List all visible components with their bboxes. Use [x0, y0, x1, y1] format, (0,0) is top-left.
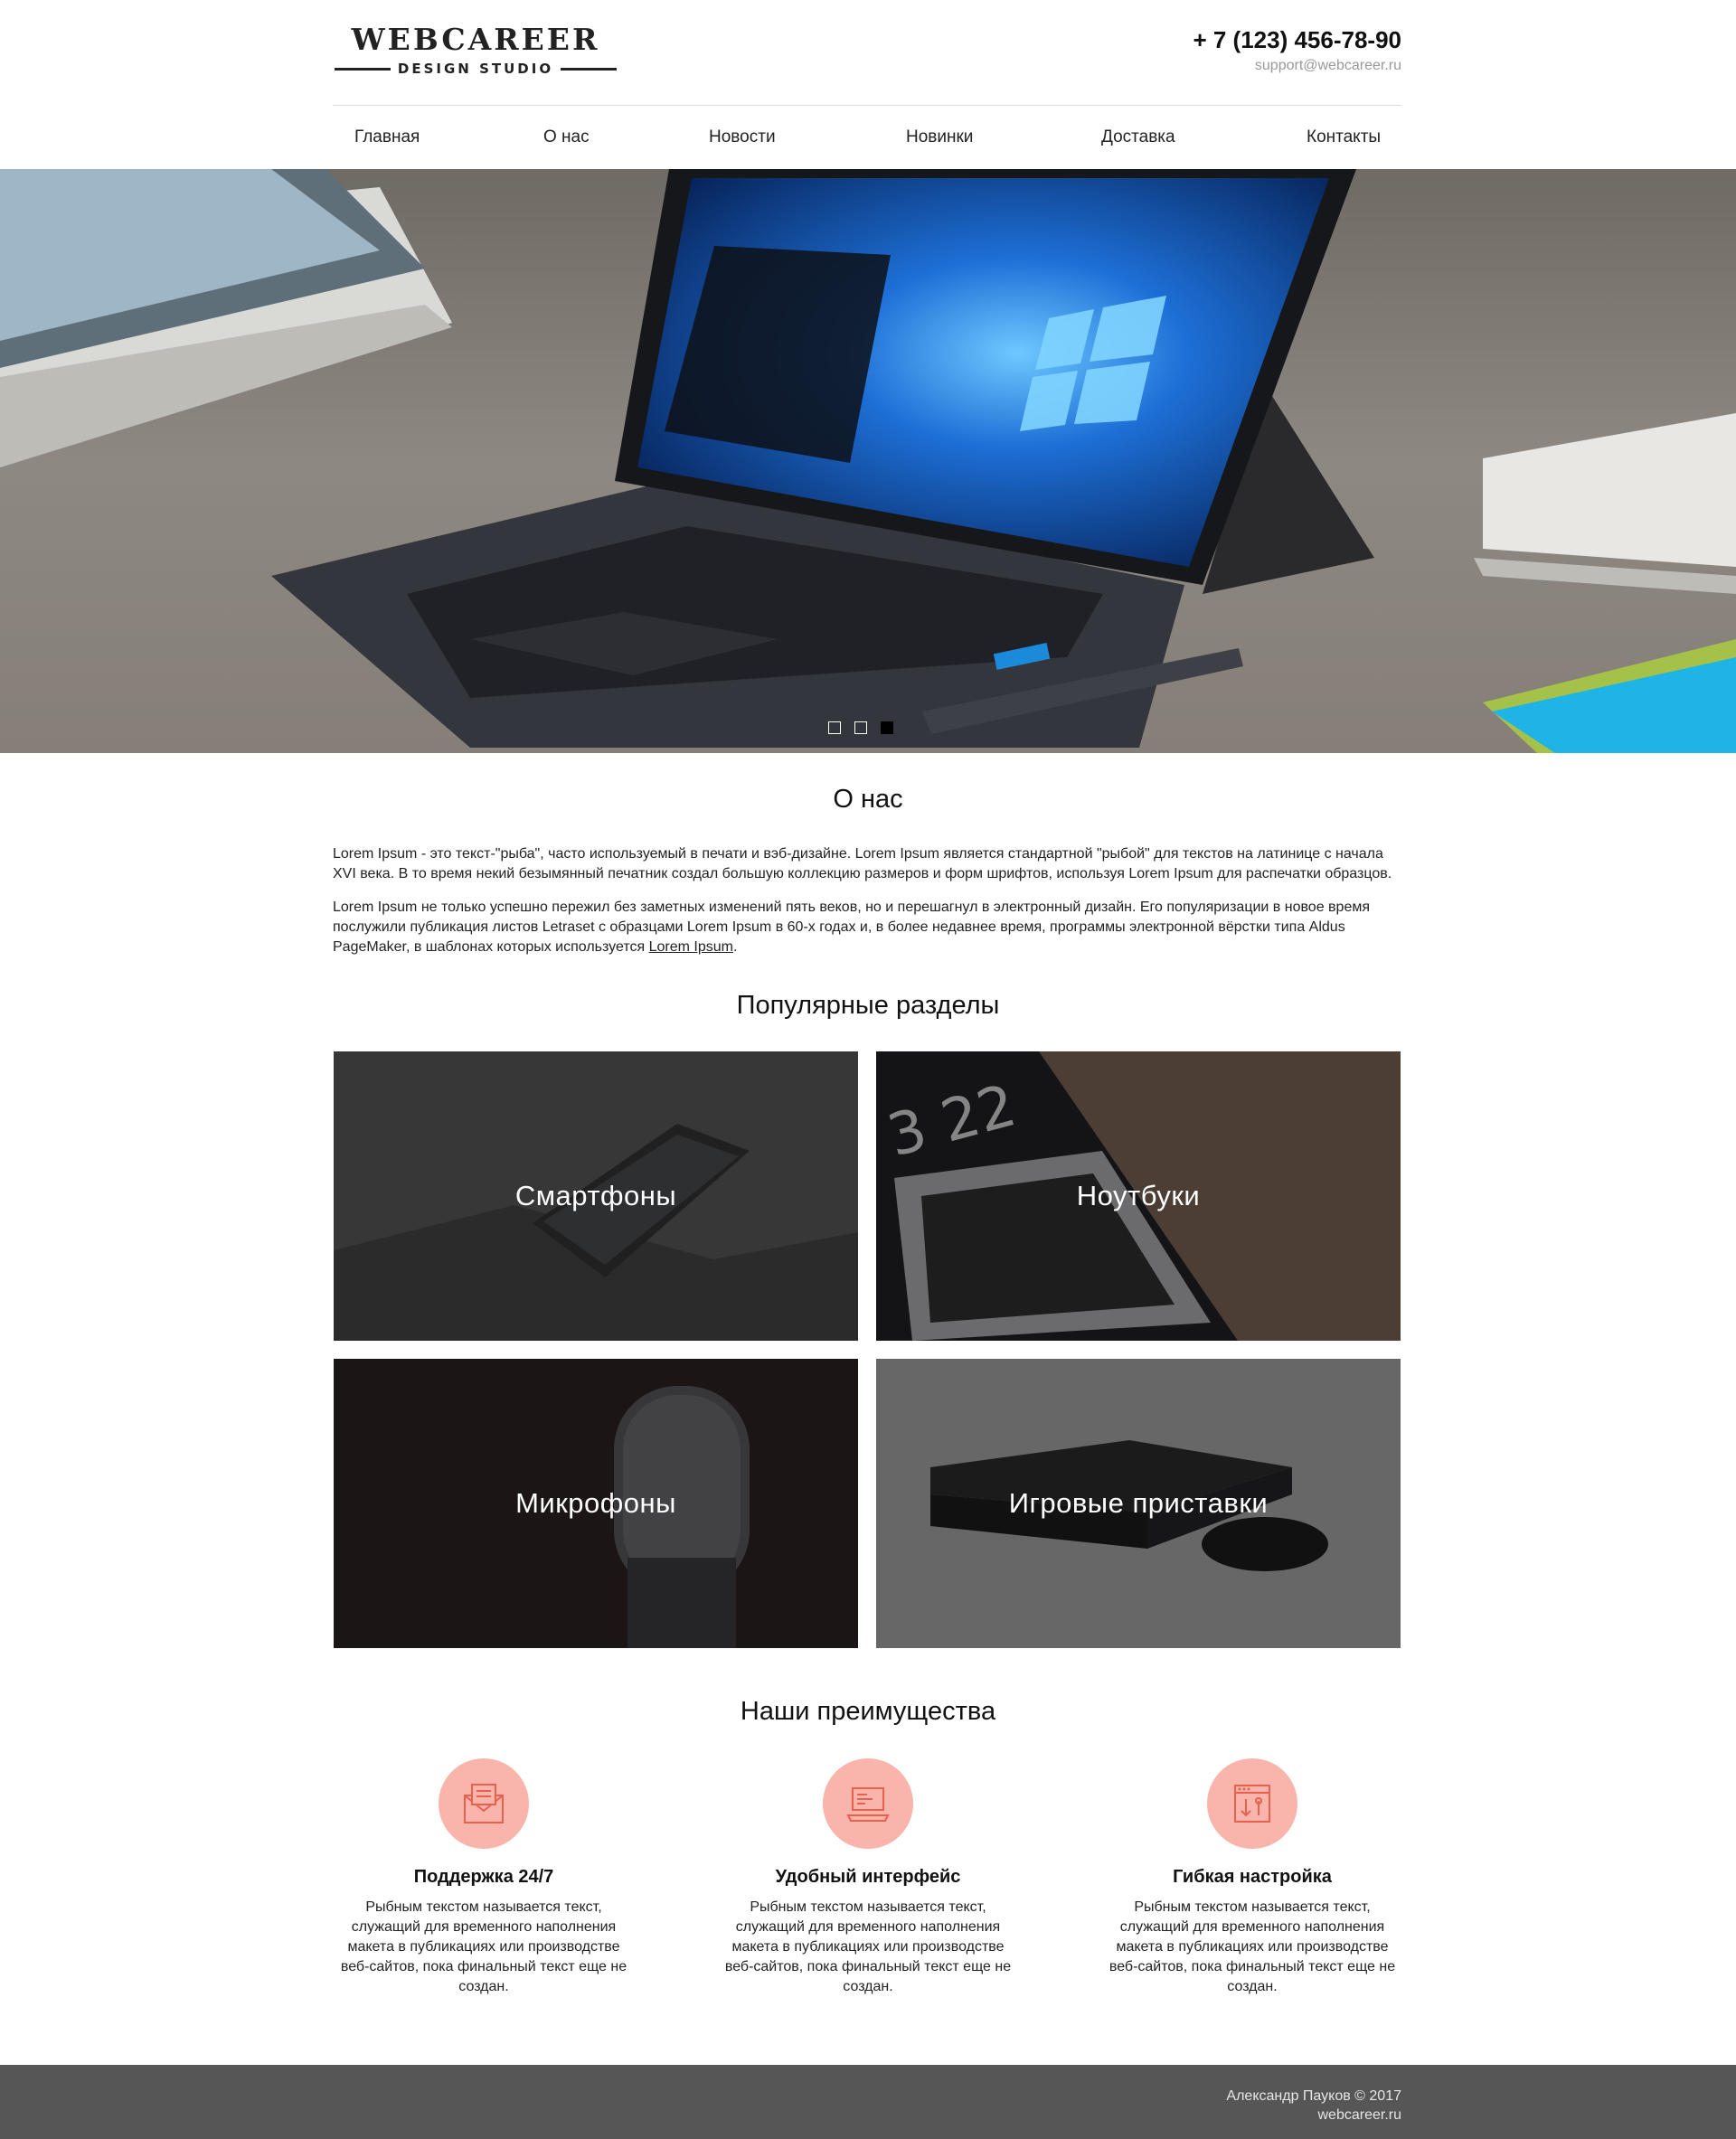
advantage-text: Рыбным текстом называется текст, служащи… [340, 1899, 627, 1994]
hero-slider[interactable] [0, 169, 1736, 753]
hero-image [0, 169, 1736, 753]
about-text: Lorem Ipsum - это текст-"рыба", часто ис… [333, 844, 1401, 971]
footer-site-link[interactable]: webcareer.ru [1226, 2106, 1402, 2125]
about-paragraph-1: Lorem Ipsum - это текст-"рыба", часто ис… [333, 846, 1392, 881]
about-paragraph-2-text: Lorem Ipsum не только успешно пережил бе… [333, 900, 1371, 955]
nav-item-contacts[interactable]: Контакты [1307, 106, 1381, 169]
lorem-ipsum-link[interactable]: Lorem Ipsum [649, 939, 733, 955]
envelope-icon [439, 1758, 529, 1849]
advantage-title: Удобный интерфейс [775, 1867, 961, 1887]
nav-item-about[interactable]: О нас [543, 106, 590, 169]
logo-sub-text: DESIGN STUDIO [397, 61, 554, 77]
phone-number[interactable]: + 7 (123) 456-78-90 [1193, 25, 1401, 54]
nav-item-home[interactable]: Главная [354, 106, 420, 169]
support-email[interactable]: support@webcareer.ru [1193, 56, 1401, 76]
slider-dot-2[interactable] [854, 721, 867, 734]
category-label: Микрофоны [515, 1487, 676, 1519]
category-game-consoles[interactable]: Игровые приставки [876, 1359, 1401, 1648]
nav-item-news[interactable]: Новости [709, 106, 776, 169]
footer-text: Александр Пауков © 2017 webcareer.ru [1226, 2087, 1401, 2125]
site-header: WEBCAREER DESIGN STUDIO + 7 (123) 456-78… [333, 0, 1401, 106]
logo[interactable]: WEBCAREER DESIGN STUDIO [335, 22, 617, 78]
nav-item-delivery[interactable]: Доставка [1101, 106, 1175, 169]
logo-line-right [561, 68, 617, 71]
main-nav: Главная О нас Новости Новинки Доставка К… [333, 106, 1401, 169]
category-smartphones[interactable]: Смартфоны [334, 1051, 858, 1341]
laptop-code-icon [823, 1758, 913, 1849]
logo-sub-row: DESIGN STUDIO [335, 60, 617, 78]
category-label: Игровые приставки [1008, 1487, 1269, 1519]
site-footer: Александр Пауков © 2017 webcareer.ru [0, 2065, 1736, 2139]
category-microphones[interactable]: Микрофоны [334, 1359, 858, 1648]
advantage-text: Рыбным текстом называется текст, служащи… [1109, 1899, 1396, 1994]
footer-author: Александр Пауков © 2017 [1226, 2088, 1401, 2104]
about-title: О нас [833, 785, 903, 814]
header-contacts: + 7 (123) 456-78-90 support@webcareer.ru [1193, 25, 1401, 76]
advantage-title: Поддержка 24/7 [413, 1867, 554, 1887]
advantage-title: Гибкая настройка [1173, 1867, 1332, 1887]
logo-main-text: WEBCAREER [351, 22, 600, 57]
slider-dot-1[interactable] [828, 721, 841, 734]
popular-title: Популярные разделы [736, 991, 1000, 1020]
slider-dot-3[interactable] [881, 721, 893, 734]
nav-item-new-products[interactable]: Новинки [906, 106, 973, 169]
category-label: Смартфоны [514, 1180, 677, 1211]
category-laptops[interactable]: 3 22 Ноутбуки [876, 1051, 1401, 1341]
about-paragraph-2-end: . [732, 939, 738, 955]
advantages-title: Наши преимущества [740, 1697, 996, 1726]
about-paragraph-2: Lorem Ipsum не только успешно пережил бе… [333, 898, 1401, 957]
category-label: Ноутбуки [1076, 1180, 1201, 1211]
settings-window-icon [1207, 1758, 1297, 1849]
advantage-text: Рыбным текстом называется текст, служащи… [724, 1899, 1012, 1994]
logo-line-left [335, 68, 391, 71]
slider-dots [828, 721, 901, 740]
